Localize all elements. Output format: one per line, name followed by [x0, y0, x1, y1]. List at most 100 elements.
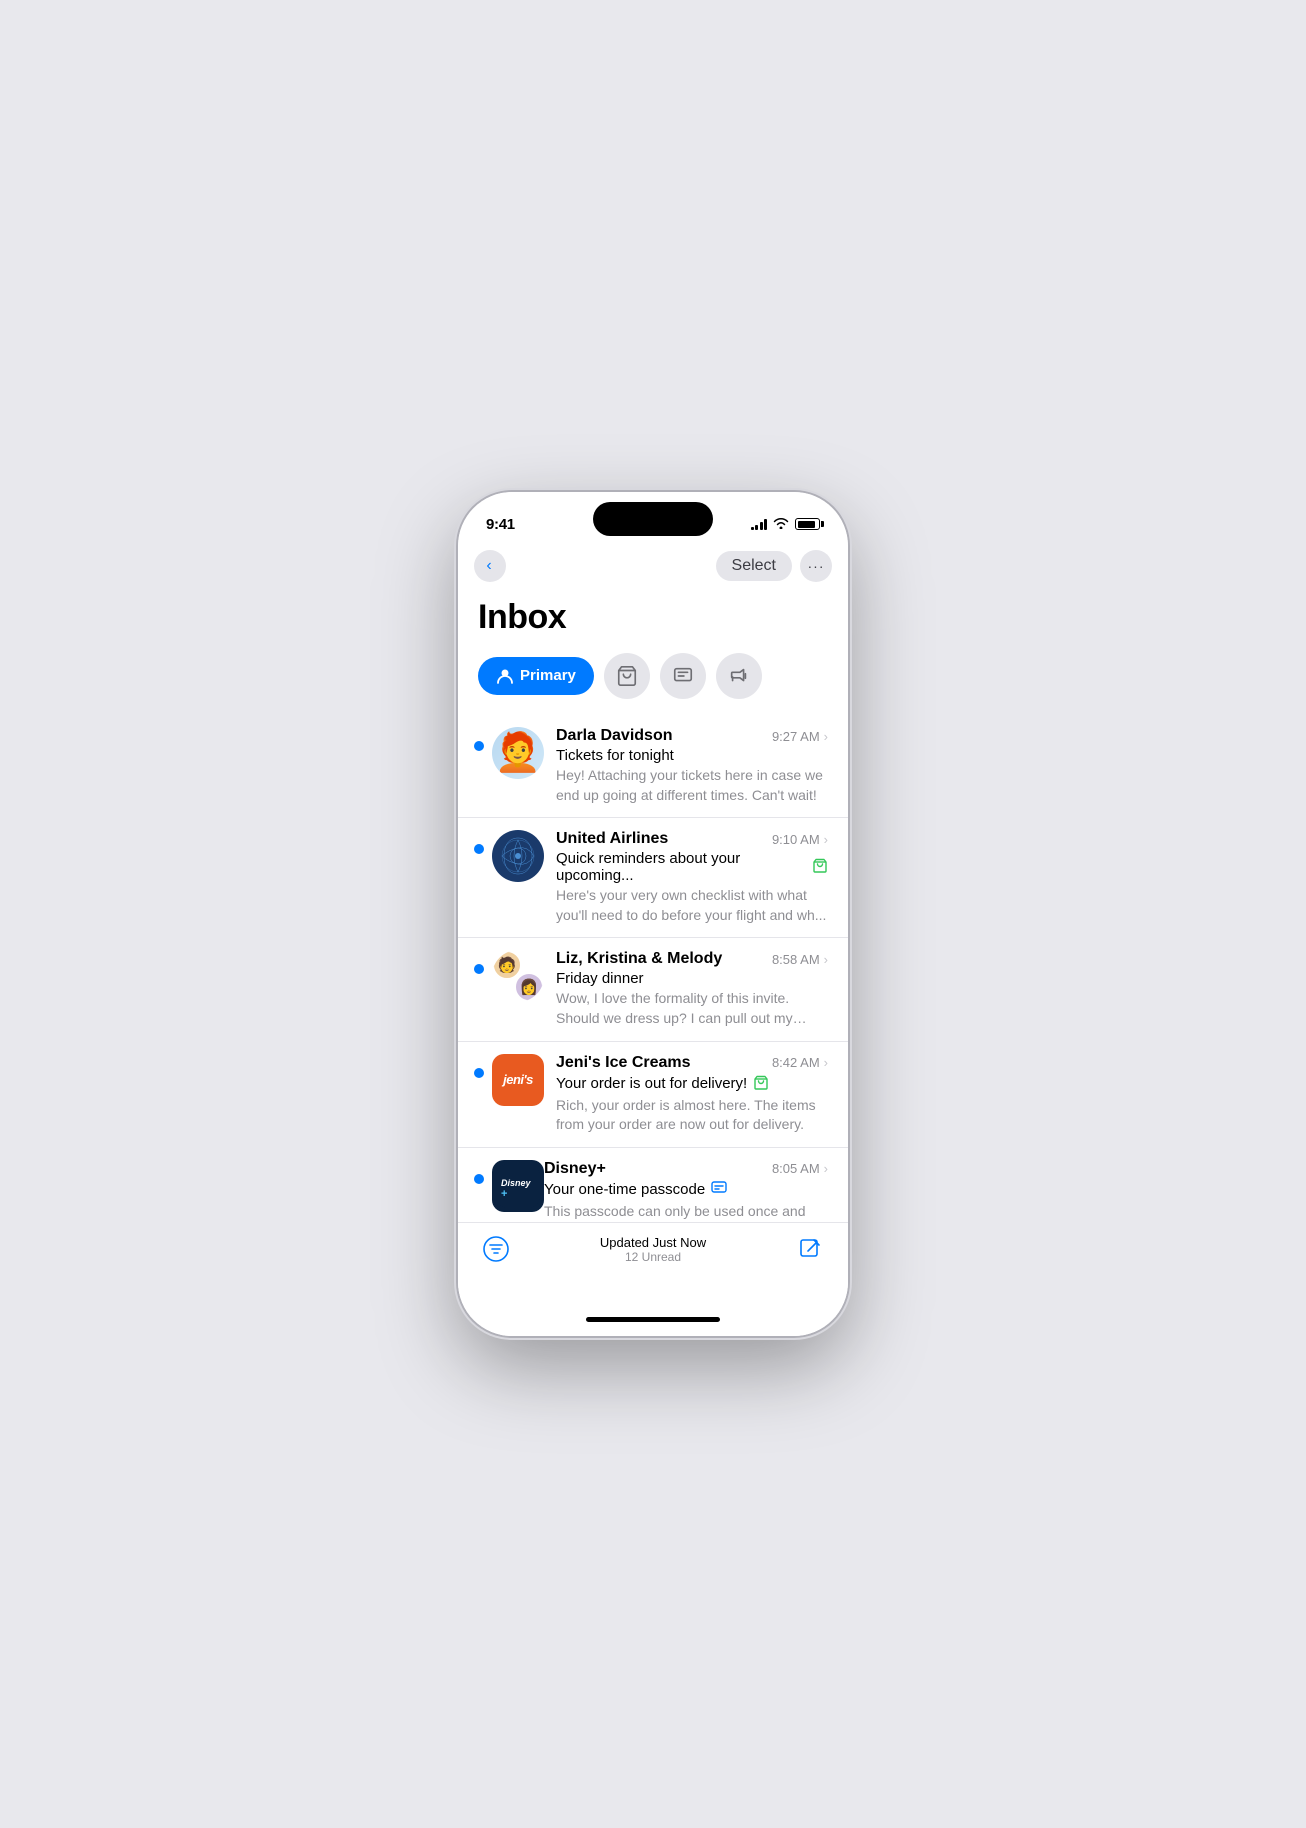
email-header: Darla Davidson 9:27 AM › [556, 727, 828, 745]
avatar [492, 830, 544, 882]
chevron-right-icon: › [824, 832, 828, 847]
united-airlines-logo [496, 834, 540, 878]
bottom-status: Updated Just Now 12 Unread [600, 1235, 706, 1264]
email-body: United Airlines 9:10 AM › Quick reminder… [556, 830, 828, 925]
unread-dot [474, 1068, 484, 1078]
svg-text:Disney: Disney [501, 1178, 532, 1188]
signal-icon [751, 518, 768, 530]
email-time-row: 9:27 AM › [772, 729, 828, 744]
filter-tabs: Primary [458, 653, 848, 715]
chevron-right-icon: › [824, 1161, 828, 1176]
chevron-right-icon: › [824, 952, 828, 967]
compose-icon [796, 1235, 824, 1263]
tab-promos[interactable] [716, 653, 762, 699]
group-avatar: 🧑 👩 [492, 950, 544, 1002]
avatar-emoji: 🧑‍🦰 [494, 734, 541, 772]
message-icon [672, 665, 694, 687]
email-time-row: 8:05 AM › [772, 1161, 828, 1176]
unread-dot [474, 741, 484, 751]
email-header: Disney+ 8:05 AM › [544, 1160, 828, 1178]
filter-button[interactable] [482, 1235, 510, 1263]
email-body: Jeni's Ice Creams 8:42 AM › Your order i… [556, 1054, 828, 1135]
compose-button[interactable] [796, 1235, 824, 1268]
avatar: 🧑 👩 [492, 950, 544, 1002]
email-subject-text: Quick reminders about your upcoming... [556, 850, 806, 884]
dynamic-island [593, 502, 713, 536]
email-time-row: 8:42 AM › [772, 1055, 828, 1070]
email-preview: Here's your very own checklist with what… [556, 886, 828, 925]
email-item[interactable]: 🧑‍🦰 Darla Davidson 9:27 AM › Tickets for… [458, 715, 848, 818]
email-body: Liz, Kristina & Melody 8:58 AM › Friday … [556, 950, 828, 1028]
unread-dot [474, 1174, 484, 1184]
email-preview: Wow, I love the formality of this invite… [556, 989, 828, 1028]
email-sender: Jeni's Ice Creams [556, 1054, 772, 1072]
email-sender: Darla Davidson [556, 727, 772, 745]
email-header: Jeni's Ice Creams 8:42 AM › [556, 1054, 828, 1072]
status-icons [751, 517, 821, 532]
email-item[interactable]: jeni's Jeni's Ice Creams 8:42 AM › Your … [458, 1042, 848, 1148]
megaphone-icon [728, 665, 750, 687]
home-indicator-bar [586, 1317, 720, 1322]
ellipsis-icon: ··· [808, 558, 825, 574]
chevron-right-icon: › [824, 729, 828, 744]
email-body: Darla Davidson 9:27 AM › Tickets for ton… [556, 727, 828, 805]
email-subject: Your one-time passcode [544, 1180, 828, 1200]
tab-messages[interactable] [660, 653, 706, 699]
email-sender: Liz, Kristina & Melody [556, 950, 772, 968]
email-time: 8:58 AM [772, 952, 820, 967]
bottom-bar: Updated Just Now 12 Unread [458, 1222, 848, 1302]
email-subject-text: Your one-time passcode [544, 1181, 705, 1198]
unread-dot [474, 844, 484, 854]
unread-dot [474, 964, 484, 974]
email-subject-text: Tickets for tonight [556, 747, 674, 764]
phone-device: 9:41 [458, 492, 848, 1336]
email-time-row: 9:10 AM › [772, 832, 828, 847]
avatar: jeni's [492, 1054, 544, 1106]
email-preview: Rich, your order is almost here. The ite… [556, 1096, 828, 1135]
email-preview: Hey! Attaching your tickets here in case… [556, 766, 828, 805]
person-icon [496, 667, 514, 685]
jenis-logo-text: jeni's [503, 1072, 533, 1087]
phone-screen: 9:41 [458, 492, 848, 1336]
email-subject: Your order is out for delivery! [556, 1074, 828, 1094]
email-subject: Quick reminders about your upcoming... [556, 850, 828, 884]
email-item[interactable]: United Airlines 9:10 AM › Quick reminder… [458, 818, 848, 938]
status-time: 9:41 [486, 516, 515, 533]
home-indicator [458, 1302, 848, 1336]
email-time: 8:05 AM [772, 1161, 820, 1176]
email-subject: Friday dinner [556, 970, 828, 987]
email-time: 9:10 AM [772, 832, 820, 847]
primary-tab-label: Primary [520, 667, 576, 684]
email-item[interactable]: Disney + Disney+ 8:05 AM › [458, 1148, 848, 1222]
email-sender: United Airlines [556, 830, 772, 848]
wifi-icon [773, 517, 789, 532]
svg-text:+: + [501, 1188, 507, 1200]
disney-plus-logo: Disney + [496, 1164, 540, 1208]
email-time: 9:27 AM [772, 729, 820, 744]
back-button[interactable]: ‹ [474, 550, 506, 582]
battery-icon [795, 518, 820, 530]
status-bar: 9:41 [458, 492, 848, 542]
shopping-cart-icon [616, 665, 638, 687]
email-header: Liz, Kristina & Melody 8:58 AM › [556, 950, 828, 968]
unread-label: 12 Unread [600, 1250, 706, 1264]
shopping-category-icon [812, 857, 828, 877]
email-time-row: 8:58 AM › [772, 952, 828, 967]
email-time: 8:42 AM [772, 1055, 820, 1070]
email-header: United Airlines 9:10 AM › [556, 830, 828, 848]
tab-primary[interactable]: Primary [478, 657, 594, 695]
nav-right-buttons: Select ··· [716, 550, 832, 582]
email-item[interactable]: 🧑 👩 Liz, Kristina & Melody 8:58 AM [458, 938, 848, 1041]
tab-shopping[interactable] [604, 653, 650, 699]
more-button[interactable]: ··· [800, 550, 832, 582]
email-subject-text: Friday dinner [556, 970, 644, 987]
email-sender: Disney+ [544, 1160, 772, 1178]
select-button[interactable]: Select [716, 551, 792, 581]
email-preview: This passcode can only be used once and … [544, 1202, 828, 1222]
chevron-left-icon: ‹ [486, 557, 491, 575]
filter-icon [482, 1235, 510, 1263]
inbox-content: Inbox Primary [458, 590, 848, 1222]
avatar: Disney + [492, 1160, 544, 1212]
email-body: Disney+ 8:05 AM › Your one-time passcode [544, 1160, 828, 1222]
nav-bar: ‹ Select ··· [458, 542, 848, 590]
